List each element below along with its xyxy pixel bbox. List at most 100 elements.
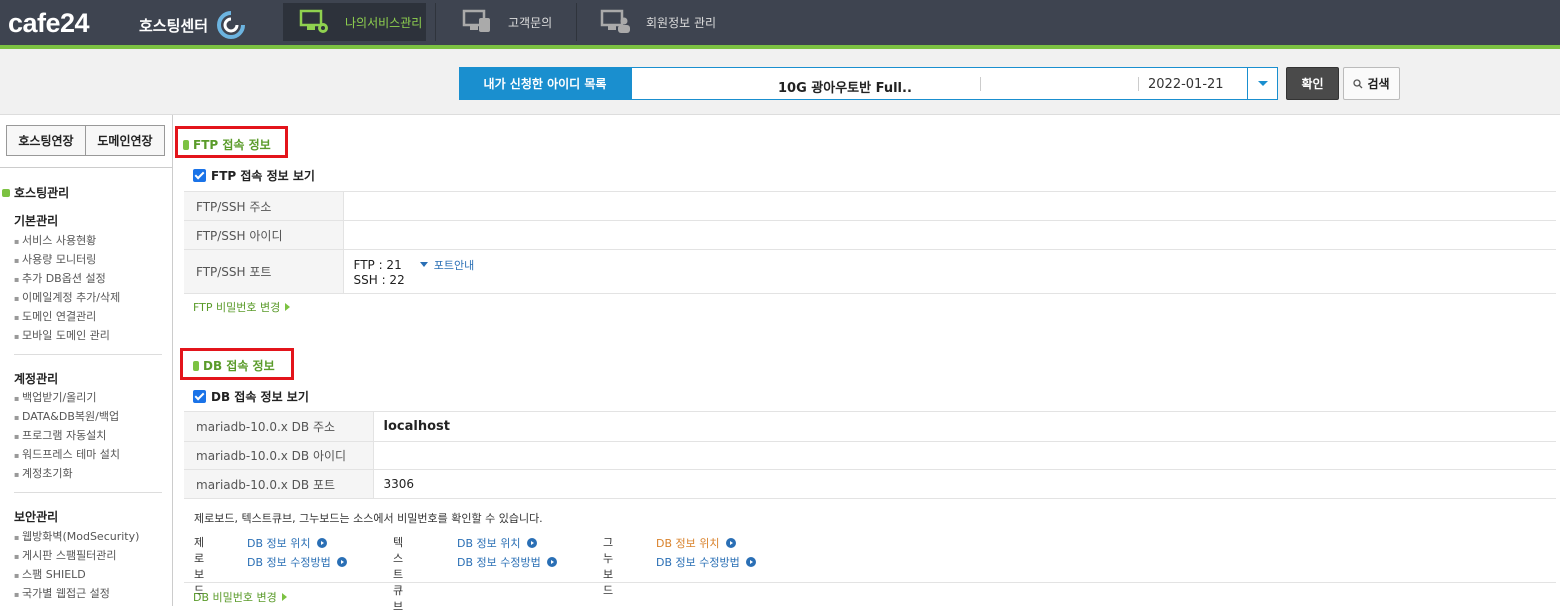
sidebar-item[interactable]: 워드프레스 테마 설치 — [14, 445, 120, 464]
search-button[interactable]: 검색 — [1343, 67, 1400, 100]
row-label: FTP/SSH 주소 — [184, 191, 344, 221]
sidebar-item[interactable]: 백업받기/올리기 — [14, 388, 120, 407]
ftp-id-value — [343, 220, 1556, 250]
row-label: FTP/SSH 아이디 — [184, 220, 344, 250]
row-label: mariadb-10.0.x DB 아이디 — [184, 441, 374, 470]
db-info-location-link[interactable]: DB 정보 위치 — [656, 535, 736, 551]
arrow-circle-icon — [336, 557, 347, 567]
nav-my-service[interactable]: 나의서비스관리 — [283, 3, 426, 41]
triangle-down-icon — [419, 262, 428, 267]
confirm-button[interactable]: 확인 — [1286, 67, 1339, 100]
ftp-password-link-label: FTP 비밀번호 변경 — [193, 301, 281, 314]
db-info-edit-link[interactable]: DB 정보 수정방법 — [656, 554, 756, 570]
divider — [0, 167, 172, 168]
sidebar-title: 호스팅관리 — [2, 184, 69, 201]
bullet-icon — [2, 188, 10, 197]
ftp-port-value: FTP : 21 — [353, 257, 402, 272]
row-label: mariadb-10.0.x DB 주소 — [184, 411, 374, 442]
ftp-port-cell: FTP : 21 포트안내 SSH : 22 — [343, 249, 1556, 294]
sidebar-item[interactable]: 모바일 도메인 관리 — [14, 326, 120, 345]
board-name: 텍스트큐브 — [393, 536, 404, 613]
sidebar-group-list: 서비스 사용현황 사용량 모니터링 추가 DB옵션 설정 이메일계정 추가/삭제… — [14, 231, 120, 345]
nav-customer-inquiry[interactable]: 고객문의 — [462, 3, 552, 41]
sidebar-group-title: 기본관리 — [14, 214, 59, 228]
nav-label: 고객문의 — [508, 15, 553, 30]
cafe24-logo[interactable]: cafe24 — [8, 8, 90, 39]
sidebar: 호스팅연장 도메인연장 호스팅관리 기본관리 서비스 사용현황 사용량 모니터링… — [0, 115, 173, 606]
sidebar-item[interactable]: 서비스 사용현황 — [14, 231, 120, 250]
table-row: mariadb-10.0.x DB 아이디 — [184, 441, 1556, 470]
hosting-renewal-button[interactable]: 호스팅연장 — [6, 125, 86, 156]
sidebar-item[interactable]: 계정초기화 — [14, 464, 120, 483]
sidebar-group-list: 백업받기/올리기 DATA&DB복원/백업 프로그램 자동설치 워드프레스 테마… — [14, 388, 120, 483]
db-title-label: DB 접속 정보 — [203, 359, 275, 373]
ftp-section-title: FTP 접속 정보 — [183, 136, 271, 153]
db-checkbox-label: DB 접속 정보 보기 — [211, 390, 309, 404]
sidebar-item[interactable]: 게시판 스팸필터관리 — [14, 546, 139, 565]
db-port-value: 3306 — [373, 469, 1556, 499]
sidebar-item[interactable]: DATA&DB복원/백업 — [14, 407, 120, 426]
arrow-circle-icon — [526, 538, 537, 548]
sidebar-item[interactable]: 이메일계정 추가/삭제 — [14, 288, 120, 307]
arrow-circle-icon — [316, 538, 327, 548]
arrow-circle-icon — [745, 557, 756, 567]
nav-label: 회원정보 관리 — [646, 15, 717, 30]
link-label: DB 정보 수정방법 — [247, 556, 331, 569]
sidebar-item[interactable]: 도메인 연결관리 — [14, 307, 120, 326]
link-label: DB 정보 위치 — [457, 537, 521, 550]
db-password-change-link[interactable]: DB 비밀번호 변경 — [193, 589, 287, 605]
arrow-circle-icon — [546, 557, 557, 567]
sidebar-title-label: 호스팅관리 — [14, 186, 70, 200]
db-id-value — [373, 441, 1556, 470]
link-label: DB 정보 수정방법 — [457, 556, 541, 569]
db-info-location-link[interactable]: DB 정보 위치 — [247, 535, 327, 551]
ftp-show-toggle[interactable]: FTP 접속 정보 보기 — [193, 167, 315, 184]
sidebar-item[interactable]: 스팸 SHIELD — [14, 565, 139, 584]
port-guide-label: 포트안내 — [433, 258, 475, 272]
sidebar-item[interactable]: 프로그램 자동설치 — [14, 426, 120, 445]
table-row: FTP/SSH 주소 — [184, 191, 1556, 221]
ftp-password-change-link[interactable]: FTP 비밀번호 변경 — [193, 299, 291, 315]
nav-divider — [435, 3, 436, 41]
table-row: FTP/SSH 아이디 — [184, 220, 1556, 250]
chevron-down-icon[interactable] — [1247, 68, 1277, 99]
nav-member-info[interactable]: 회원정보 관리 — [600, 3, 716, 41]
db-info-location-link[interactable]: DB 정보 위치 — [457, 535, 537, 551]
checkbox-checked-icon[interactable] — [193, 169, 206, 182]
db-password-note: 제로보드, 텍스트큐브, 그누보드는 소스에서 비밀번호를 확인할 수 있습니다… — [194, 512, 543, 525]
table-row: mariadb-10.0.x DB 포트 3306 — [184, 469, 1556, 499]
port-guide-link[interactable]: 포트안내 — [419, 257, 475, 273]
sidebar-group-title: 보안관리 — [14, 510, 59, 524]
sidebar-item[interactable]: 웹방화벽(ModSecurity) — [14, 527, 139, 546]
id-list-label: 내가 신청한 아이디 목록 — [459, 67, 631, 100]
selected-plan: 10G 광아우토반 Full.. — [778, 81, 912, 96]
link-label: DB 정보 위치 — [247, 537, 311, 550]
db-info-table: mariadb-10.0.x DB 주소 localhost mariadb-1… — [184, 411, 1556, 499]
nav-divider — [576, 3, 577, 41]
cafe24-mark-icon — [217, 11, 245, 39]
ftp-info-table: FTP/SSH 주소 FTP/SSH 아이디 FTP/SSH 포트 FTP : … — [184, 191, 1556, 294]
checkbox-checked-icon[interactable] — [193, 390, 206, 403]
sidebar-group-list: 웹방화벽(ModSecurity) 게시판 스팸필터관리 스팸 SHIELD 국… — [14, 527, 139, 603]
divider — [184, 582, 1556, 583]
monitor-phone-icon — [462, 9, 490, 32]
sidebar-item[interactable]: 사용량 모니터링 — [14, 250, 120, 269]
monitor-user-icon — [600, 9, 630, 33]
domain-renewal-button[interactable]: 도메인연장 — [85, 125, 165, 156]
sidebar-item[interactable]: 추가 DB옵션 설정 — [14, 269, 120, 288]
id-select-dropdown[interactable]: 10G 광아우토반 Full.. 2022-01-21 — [631, 67, 1278, 100]
renewal-buttons: 호스팅연장 도메인연장 — [6, 125, 165, 156]
sidebar-item[interactable]: 국가별 웹접근 설정 — [14, 584, 139, 603]
db-password-link-label: DB 비밀번호 변경 — [193, 591, 277, 604]
logo-subtitle: 호스팅센터 — [139, 17, 209, 35]
board-name: 그누보드 — [603, 536, 614, 597]
divider — [14, 492, 162, 493]
db-info-edit-link[interactable]: DB 정보 수정방법 — [457, 554, 557, 570]
sidebar-group-title: 계정관리 — [14, 372, 59, 386]
ftp-title-label: FTP 접속 정보 — [193, 138, 271, 152]
link-label: DB 정보 위치 — [656, 537, 720, 550]
select-divider — [1138, 77, 1139, 91]
db-info-edit-link[interactable]: DB 정보 수정방법 — [247, 554, 347, 570]
db-show-toggle[interactable]: DB 접속 정보 보기 — [193, 388, 309, 405]
top-header: cafe24 호스팅센터 나의서비스관리 고객문의 회원정보 관리 — [0, 0, 1560, 48]
